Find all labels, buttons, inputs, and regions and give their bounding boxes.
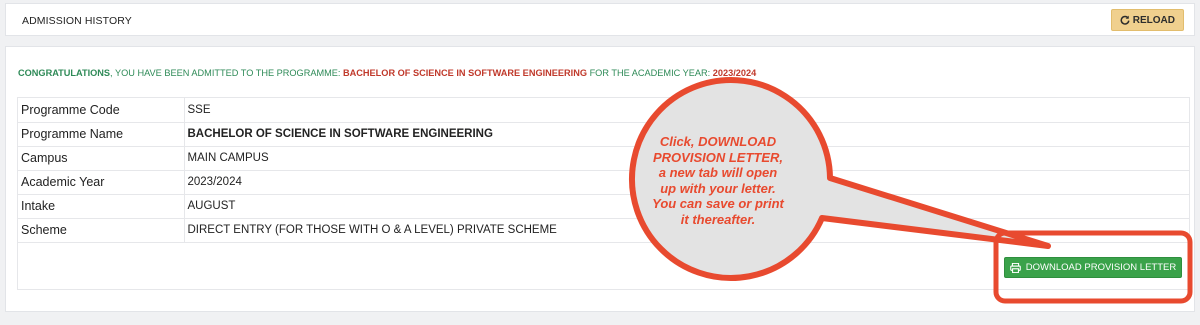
admission-details-table: Programme Code SSE Programme Name BACHEL… — [18, 98, 1189, 243]
callout-line: You can save or print — [652, 196, 784, 211]
print-icon — [1009, 262, 1021, 273]
table-row: Campus MAIN CAMPUS — [18, 146, 1189, 171]
congrats-lead: CONGRATULATIONS — [18, 68, 111, 78]
congrats-year: 2023/2024 — [712, 68, 757, 78]
row-label: Academic Year — [18, 170, 185, 195]
admission-history-header: ADMISSION HISTORY RELOAD — [5, 3, 1195, 36]
callout-line: Click, DOWNLOAD — [659, 134, 777, 149]
download-provision-letter-button[interactable]: DOWNLOAD PROVISION LETTER — [1004, 257, 1182, 278]
download-label: DOWNLOAD PROVISION LETTER — [1025, 262, 1177, 273]
row-label: Programme Name — [18, 122, 185, 147]
congrats-for: FOR THE ACADEMIC YEAR: — [587, 68, 713, 78]
table-row: Scheme DIRECT ENTRY (FOR THOSE WITH O & … — [18, 218, 1189, 243]
callout-line: a new tab will open — [658, 165, 778, 180]
callout-line: it thereafter. — [680, 211, 756, 227]
reload-label: RELOAD — [1132, 14, 1175, 26]
row-label: Intake — [18, 194, 185, 219]
congrats-middle: , YOU HAVE BEEN ADMITTED TO THE PROGRAMM… — [110, 68, 344, 78]
refresh-icon — [1120, 15, 1130, 25]
row-label: Campus — [18, 146, 185, 171]
reload-button[interactable]: RELOAD — [1110, 9, 1184, 31]
table-row: Intake AUGUST — [18, 194, 1189, 219]
table-row: Programme Code SSE — [18, 98, 1189, 123]
row-label: Programme Code — [18, 98, 185, 123]
congratulations-message: CONGRATULATIONS, YOU HAVE BEEN ADMITTED … — [18, 68, 756, 78]
callout-line: PROVISION LETTER, — [652, 149, 783, 165]
callout-text: Click, DOWNLOAD PROVISION LETTER, a new … — [628, 134, 808, 227]
congrats-programme: BACHELOR OF SCIENCE IN SOFTWARE ENGINEER… — [343, 68, 588, 78]
row-value: SSE — [184, 98, 1189, 123]
table-row: Academic Year 2023/2024 — [18, 170, 1189, 195]
callout-line: up with your letter. — [660, 180, 776, 196]
page-title: ADMISSION HISTORY — [22, 15, 132, 27]
table-row: Programme Name BACHELOR OF SCIENCE IN SO… — [18, 122, 1189, 147]
row-label: Scheme — [18, 218, 185, 243]
